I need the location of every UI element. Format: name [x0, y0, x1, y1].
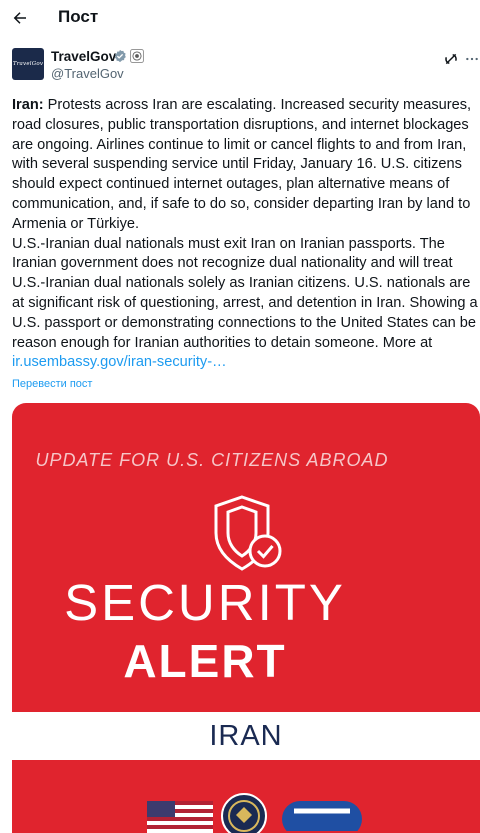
step-logo-icon [282, 801, 362, 831]
author-badges [113, 49, 144, 63]
verified-badge-icon[interactable] [113, 49, 127, 63]
media-headline-alert: ALERT [123, 635, 287, 687]
state-department-seal-icon [221, 793, 267, 833]
post-body-2: U.S.-Iranian dual nationals must exit Ir… [12, 235, 478, 351]
avatar[interactable]: TravelGov [12, 48, 44, 80]
grok-icon [445, 53, 457, 65]
post-paragraph-2: U.S.-Iranian dual nationals must exit Ir… [12, 235, 480, 374]
us-flag-icon [147, 801, 213, 833]
post-paragraph-1: Iran: Protests across Iran are escalatin… [12, 96, 480, 235]
author-handle[interactable]: @TravelGov [51, 66, 124, 82]
translate-post-link[interactable]: Перевести пост [12, 377, 92, 391]
more-icon [466, 57, 478, 61]
post-body-1: Protests across Iran are escalating. Inc… [12, 97, 472, 232]
page-title: Пост [58, 7, 99, 26]
more-button[interactable] [464, 49, 480, 69]
top-bar: Пост [0, 0, 480, 36]
grok-button[interactable] [441, 49, 461, 69]
arrow-left-icon [13, 12, 26, 24]
government-affiliation-icon[interactable] [130, 49, 144, 63]
post-link[interactable]: ir.usembassy.gov/iran-security-… [12, 354, 227, 370]
post-text: Iran: Protests across Iran are escalatin… [12, 96, 480, 373]
avatar-logo-text: TravelGov [12, 61, 44, 67]
post-media-image[interactable]: UPDATE FOR U.S. CITIZENS ABROAD SECURITY… [12, 403, 480, 833]
back-button[interactable] [6, 4, 34, 32]
author-name[interactable]: TravelGov [51, 49, 116, 65]
media-country: IRAN [209, 720, 283, 752]
media-headline-security: SECURITY [64, 574, 346, 631]
post-lead: Iran: [12, 97, 44, 113]
media-subheadline: UPDATE FOR U.S. CITIZENS ABROAD [35, 450, 389, 470]
shield-check-icon [214, 495, 282, 571]
